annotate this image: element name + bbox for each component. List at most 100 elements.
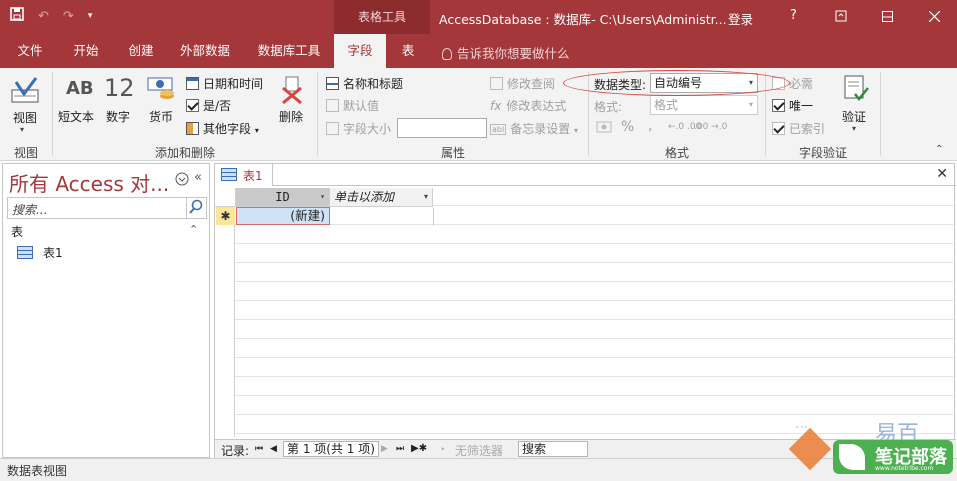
filter-status[interactable]: 无筛选器 (455, 442, 503, 459)
tab-home[interactable]: 开始 (60, 34, 112, 68)
record-search-input[interactable]: 搜索 (518, 441, 588, 457)
default-value-icon (326, 99, 339, 112)
number-button[interactable]: 数字 (106, 108, 130, 125)
currency-format-icon[interactable] (596, 120, 616, 137)
first-record-icon[interactable]: ⏮ (255, 444, 263, 454)
tab-database-tools[interactable]: 数据库工具 (250, 34, 328, 68)
collapse-ribbon-icon[interactable]: ⌃ (935, 144, 943, 155)
format-label: 格式: (594, 100, 623, 114)
checkbox-icon (772, 122, 785, 135)
login-link[interactable]: 登录 (728, 9, 753, 28)
modify-lookups-icon (490, 77, 503, 90)
memo-settings-button[interactable]: abl 备忘录设置 ▾ (490, 120, 578, 137)
tab-file[interactable]: 文件 (4, 34, 56, 68)
ribbon: 视图 ▾ 视图 AB 短文本 12 数字 货币 日期和时间 是/否 其他字段 ▾… (0, 68, 957, 161)
column-header-label: 单击以添加 (334, 190, 395, 204)
customize-icon[interactable]: ▾ (88, 11, 93, 21)
separator (880, 72, 881, 156)
tab-table[interactable]: 表 (392, 34, 424, 68)
row-selector-column (215, 188, 235, 437)
doc-tab-label: 表1 (243, 169, 263, 183)
navigation-pane: 所有 Access 对... « 搜索... 表 ⌃ 表1 (2, 163, 210, 458)
cell-divider (433, 207, 434, 226)
modify-lookups-button[interactable]: 修改查阅 (490, 75, 555, 92)
tab-divider (273, 185, 956, 186)
undo-icon[interactable]: ↶ (38, 9, 49, 24)
column-header-id[interactable]: ID ▾ (236, 188, 330, 207)
close-icon[interactable]: ✕ (936, 166, 948, 182)
last-record-icon[interactable]: ⏭ (396, 444, 404, 454)
date-time-button[interactable]: 日期和时间 (186, 75, 263, 92)
view-button[interactable]: 视图 (13, 109, 37, 126)
nav-menu-icon[interactable] (175, 172, 189, 190)
unique-checkbox[interactable]: 唯一 (772, 97, 813, 114)
new-record-id-cell[interactable]: (新建) (236, 207, 330, 225)
chevron-down-icon[interactable]: ▾ (320, 188, 325, 206)
search-icon[interactable] (186, 198, 206, 218)
default-value-button[interactable]: 默认值 (326, 97, 379, 114)
group-add-delete-label: 添加和删除 (154, 146, 215, 160)
status-text: 数据表视图 (7, 464, 68, 478)
chevron-up-icon[interactable]: ⌃ (189, 223, 198, 236)
highlight-oval (563, 70, 790, 96)
table-icon (17, 246, 33, 259)
nav-item-table1[interactable]: 表1 (17, 244, 63, 261)
decrease-decimals-button[interactable]: .00 →.0 (694, 122, 727, 132)
validation-button[interactable]: 验证 (842, 108, 866, 125)
calendar-icon (186, 77, 199, 90)
maximize-square-icon[interactable] (864, 0, 910, 34)
view-icon[interactable] (10, 74, 42, 109)
doc-tab-table1[interactable]: 表1 (215, 164, 273, 186)
next-record-icon[interactable]: ▶ (381, 444, 388, 454)
tell-me-box[interactable]: 告诉我你想要做什么 (442, 43, 570, 62)
new-record-icon[interactable]: ▶✱ (411, 443, 427, 454)
indexed-checkbox[interactable]: 已索引 (772, 120, 825, 137)
required-label: 必需 (789, 77, 814, 91)
watermark-url: www.notetribe.com (875, 465, 934, 472)
chevron-down-icon[interactable]: ▾ (852, 124, 856, 133)
yes-no-button[interactable]: 是/否 (186, 97, 231, 114)
more-fields-button[interactable]: 其他字段 ▾ (186, 120, 259, 137)
select-all-corner[interactable] (215, 188, 236, 207)
chevron-down-icon: ▾ (574, 126, 579, 135)
validation-icon[interactable] (843, 74, 869, 107)
delete-button[interactable]: 删除 (279, 108, 303, 125)
delete-icon[interactable] (280, 76, 304, 107)
field-size-input[interactable] (397, 118, 487, 138)
close-icon[interactable] (911, 0, 957, 34)
nav-pane-title[interactable]: 所有 Access 对... (9, 168, 169, 197)
chevron-down-icon: ▾ (254, 126, 259, 135)
name-caption-button[interactable]: 名称和标题 (326, 75, 403, 92)
save-icon[interactable] (10, 7, 24, 25)
tab-external-data[interactable]: 外部数据 (170, 34, 240, 68)
format-select[interactable]: 格式 ▾ (650, 95, 758, 115)
table-icon (221, 168, 237, 181)
short-text-button[interactable]: 短文本 (58, 108, 94, 125)
percent-button[interactable]: % (621, 119, 634, 135)
datasheet-grid[interactable] (215, 188, 956, 437)
help-button[interactable]: ? (790, 8, 797, 23)
chevron-down-icon[interactable]: ▾ (424, 188, 428, 206)
previous-record-icon[interactable]: ◀ (270, 444, 277, 454)
watermark-badge: 笔记部落 www.notetribe.com (833, 440, 953, 474)
comma-button[interactable]: , (648, 118, 652, 134)
nav-section-tables[interactable]: 表 (11, 223, 23, 240)
column-header-click-to-add[interactable]: 单击以添加 ▾ (330, 188, 433, 207)
tab-create[interactable]: 创建 (115, 34, 167, 68)
ribbon-display-icon[interactable] (818, 0, 864, 34)
tab-fields[interactable]: 字段 (334, 34, 386, 68)
watermark: ··· 易百 笔记部落 www.notetribe.com (788, 420, 957, 478)
leaf-icon (839, 444, 865, 470)
view-dropdown-icon[interactable]: ▾ (20, 125, 24, 134)
record-position-box[interactable]: 第 1 项(共 1 项) (283, 441, 379, 457)
new-record-asterisk: ✱ (216, 207, 235, 225)
redo-icon[interactable]: ↷ (63, 9, 74, 24)
shutter-bar-icon[interactable]: « (194, 170, 202, 185)
modify-expression-button[interactable]: fx 修改表达式 (490, 97, 566, 114)
indexed-label: 已索引 (789, 122, 826, 136)
currency-button[interactable]: 货币 (149, 108, 173, 125)
nav-search-box[interactable]: 搜索... (7, 197, 207, 219)
window-title: AccessDatabase : 数据库- C:\Users\Administr… (439, 12, 727, 27)
memo-icon: abl (490, 124, 507, 135)
more-fields-label: 其他字段 (203, 122, 252, 136)
